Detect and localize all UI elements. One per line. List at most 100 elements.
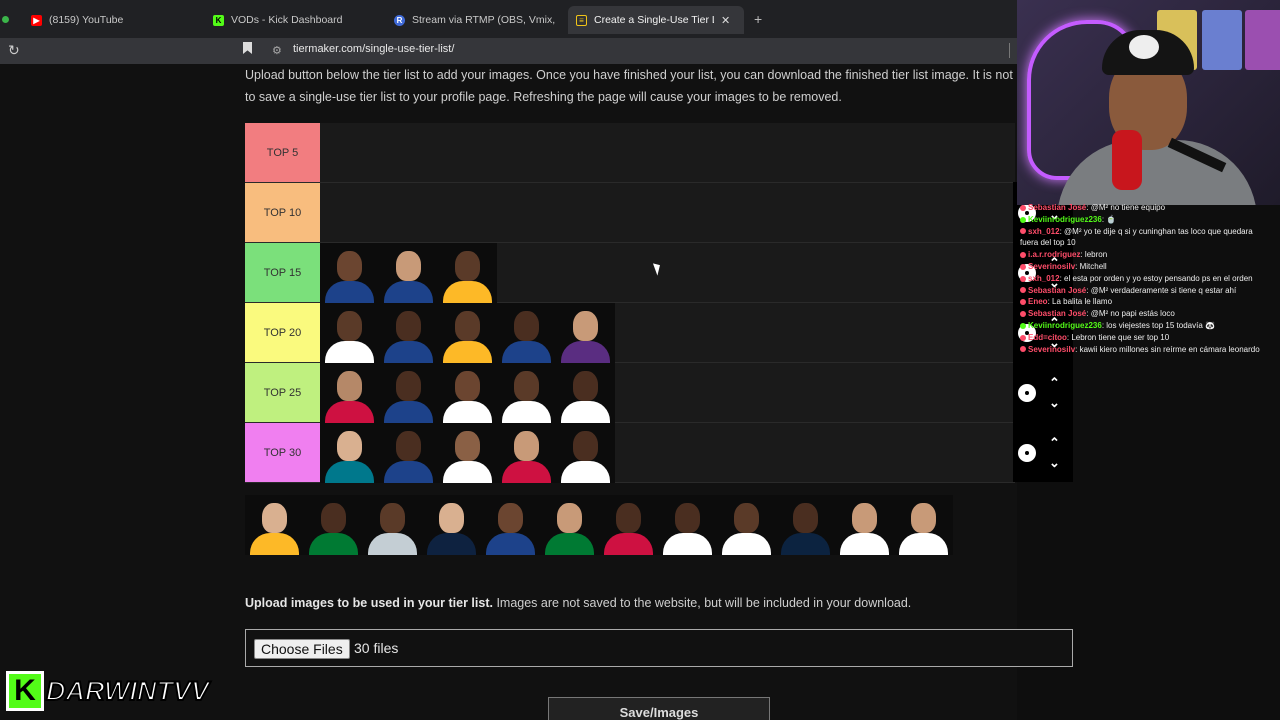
tab-kick-dashboard[interactable]: K VODs - Kick Dashboard	[213, 8, 383, 32]
chevron-down-icon[interactable]: ⌄	[1049, 396, 1060, 409]
player-image[interactable]	[717, 495, 776, 555]
chat-username: i.a.r.rodriguez	[1028, 250, 1081, 260]
tier-items[interactable]	[320, 243, 497, 303]
player-image[interactable]	[422, 495, 481, 555]
chat-text: : Mitchell	[1075, 261, 1107, 271]
player-image[interactable]	[497, 423, 556, 483]
player-jersey	[545, 533, 594, 555]
player-image[interactable]	[320, 303, 379, 363]
player-image[interactable]	[894, 495, 953, 555]
player-jersey	[309, 533, 358, 555]
tier-list: TOP 5 TOP 10 TOP 15 TOP 20 TOP 25 TOP 30	[245, 123, 1015, 483]
player-head	[321, 503, 346, 533]
new-tab-icon[interactable]: +	[754, 11, 762, 27]
player-jersey	[384, 461, 433, 483]
player-image[interactable]	[379, 303, 438, 363]
player-image[interactable]	[556, 303, 615, 363]
tier-label[interactable]: TOP 10	[245, 183, 320, 242]
player-image[interactable]	[379, 363, 438, 423]
player-image[interactable]	[438, 303, 497, 363]
player-jersey	[502, 461, 551, 483]
player-head	[514, 431, 539, 461]
player-image[interactable]	[540, 495, 599, 555]
chat-username: Eneo	[1028, 297, 1048, 307]
cap-logo	[1129, 35, 1159, 59]
save-images-button[interactable]: Save/Images	[548, 697, 770, 720]
player-image[interactable]	[438, 423, 497, 483]
player-image[interactable]	[379, 243, 438, 303]
tab-youtube[interactable]: ▶ (8159) YouTube	[31, 8, 191, 32]
tier-row: TOP 10	[245, 183, 1015, 243]
player-head	[455, 311, 480, 341]
bookmark-icon[interactable]	[243, 42, 252, 54]
chat-message: Edd=citoo: Lebron tiene que ser top 10	[1020, 332, 1272, 344]
tier-row: TOP 20	[245, 303, 1015, 363]
chat-text: : lebron	[1080, 250, 1108, 260]
site-info-icon[interactable]: ⚙	[272, 44, 282, 57]
tier-label[interactable]: TOP 20	[245, 303, 320, 362]
kick-logo-icon: K	[6, 671, 44, 711]
player-jersey	[384, 341, 433, 363]
intro-text: Upload button below the tier list to add…	[245, 64, 1025, 108]
player-head	[396, 431, 421, 461]
player-image[interactable]	[556, 363, 615, 423]
player-image[interactable]	[379, 423, 438, 483]
chat-username: Sebastian José	[1028, 309, 1087, 319]
choose-files-button[interactable]: Choose Files	[254, 639, 350, 659]
tab-label: Stream via RTMP (OBS, Vmix, Zoo	[412, 14, 556, 26]
gear-icon[interactable]	[1018, 384, 1036, 402]
chat-username: Severinosilv	[1028, 344, 1076, 354]
tier-items[interactable]	[320, 303, 615, 363]
tab-label: Create a Single-Use Tier List (	[594, 14, 714, 26]
browser-tab-bar: ▶ (8159) YouTube K VODs - Kick Dashboard…	[0, 0, 1017, 38]
player-image[interactable]	[304, 495, 363, 555]
chevron-up-icon[interactable]: ⌃	[1049, 436, 1060, 449]
kick-icon: K	[213, 14, 224, 26]
image-pool	[245, 495, 953, 555]
player-head	[498, 503, 523, 533]
url-field[interactable]: tiermaker.com/single-use-tier-list/	[293, 43, 454, 55]
wall-poster	[1245, 10, 1280, 70]
chat-badge-icon	[1020, 346, 1026, 353]
tier-label[interactable]: TOP 5	[245, 123, 320, 182]
player-image[interactable]	[320, 243, 379, 303]
player-image[interactable]	[438, 363, 497, 423]
gear-icon[interactable]	[1018, 444, 1036, 462]
player-head	[911, 503, 936, 533]
player-image[interactable]	[481, 495, 540, 555]
chevron-up-icon[interactable]: ⌃	[1049, 376, 1060, 389]
tier-label[interactable]: TOP 30	[245, 423, 320, 482]
player-head	[262, 503, 287, 533]
player-image[interactable]	[320, 423, 379, 483]
chevron-down-icon[interactable]: ⌄	[1049, 456, 1060, 469]
player-image[interactable]	[438, 243, 497, 303]
window-control-icon[interactable]	[2, 16, 9, 23]
player-image[interactable]	[320, 363, 379, 423]
player-image[interactable]	[776, 495, 835, 555]
chat-badge-icon	[1020, 287, 1026, 294]
player-jersey	[561, 341, 610, 363]
player-image[interactable]	[835, 495, 894, 555]
close-tab-icon[interactable]: ✕	[721, 14, 730, 27]
player-image[interactable]	[363, 495, 422, 555]
chat-badge-icon	[1020, 334, 1026, 341]
chat-message: Sebastian José: @M² no tiene equipo	[1020, 202, 1272, 214]
chat-badge-icon	[1020, 299, 1026, 306]
tier-items[interactable]	[320, 423, 615, 483]
chat-badge-icon	[1020, 216, 1026, 223]
player-image[interactable]	[556, 423, 615, 483]
tier-label[interactable]: TOP 25	[245, 363, 320, 422]
tier-label[interactable]: TOP 15	[245, 243, 320, 302]
upload-instructions-rest: Images are not saved to the website, but…	[492, 596, 912, 610]
player-image[interactable]	[497, 303, 556, 363]
tier-items[interactable]	[320, 363, 615, 423]
tab-tiermaker[interactable]: ≡ Create a Single-Use Tier List ( ✕	[568, 6, 744, 34]
player-jersey	[250, 533, 299, 555]
reload-icon[interactable]: ↻	[8, 42, 20, 59]
tab-restream[interactable]: R Stream via RTMP (OBS, Vmix, Zoo	[394, 8, 556, 32]
player-image[interactable]	[658, 495, 717, 555]
player-image[interactable]	[599, 495, 658, 555]
streamer-logo: K DARWINTVV	[6, 670, 232, 712]
player-image[interactable]	[245, 495, 304, 555]
player-image[interactable]	[497, 363, 556, 423]
